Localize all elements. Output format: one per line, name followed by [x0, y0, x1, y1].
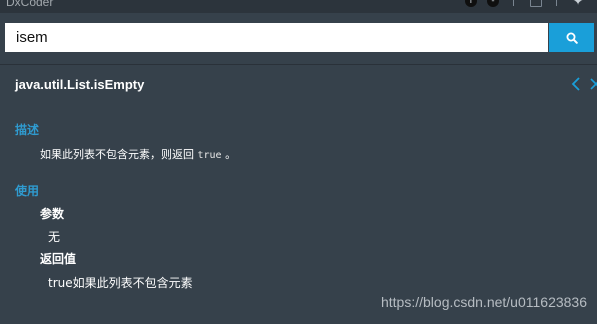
app-window: DxCoder i - ✦ java.util.List.isEmpty 描述 … [0, 0, 597, 324]
params-heading: 参数 [40, 207, 65, 221]
doc-title: java.util.List.isEmpty [15, 77, 145, 92]
returns-value: true如果此列表不包含元素 [48, 276, 193, 290]
search-input[interactable] [5, 23, 548, 52]
separator [555, 0, 563, 6]
settings-icon[interactable]: ✦ [573, 0, 583, 7]
search-icon [566, 32, 578, 44]
description-heading: 描述 [15, 123, 40, 137]
search-button[interactable] [549, 23, 594, 52]
watermark: https://blog.csdn.net/u011623836 [380, 294, 587, 310]
window-title: DxCoder [6, 0, 54, 9]
title-bar-controls: i - ✦ [464, 0, 583, 8]
title-bar: DxCoder i - ✦ [0, 0, 597, 13]
separator [512, 0, 520, 6]
window-icon[interactable] [529, 0, 542, 7]
description-text-after: 。 [221, 148, 237, 161]
description-text-before: 如果此列表不包含元素，则返回 [40, 148, 198, 161]
description-code: true [197, 150, 222, 161]
chevron-left-icon[interactable] [570, 74, 584, 94]
minus-icon[interactable]: - [486, 0, 499, 7]
close-icon[interactable] [589, 74, 597, 94]
divider [0, 64, 597, 65]
returns-heading: 返回值 [40, 252, 77, 266]
usage-heading: 使用 [15, 184, 40, 198]
search-bar [5, 23, 594, 52]
params-value: 无 [48, 230, 61, 244]
description-text: 如果此列表不包含元素，则返回 true 。 [40, 146, 236, 162]
info-icon[interactable]: i [464, 0, 477, 7]
